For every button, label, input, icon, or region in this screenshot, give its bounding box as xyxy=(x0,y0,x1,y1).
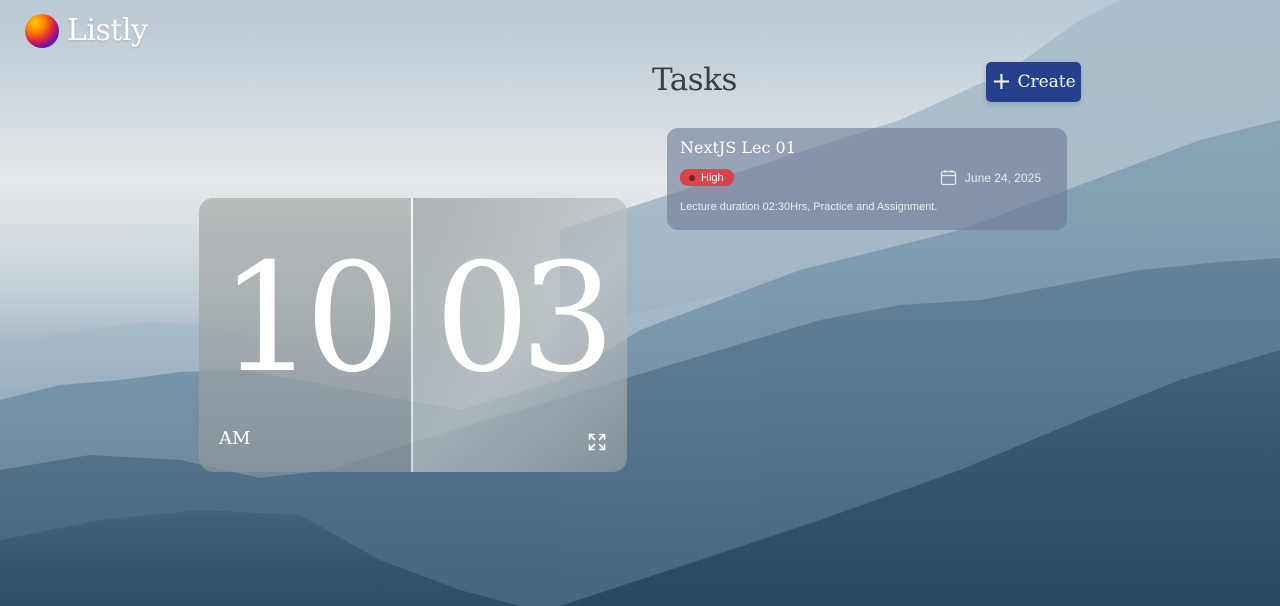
mountain-background xyxy=(0,0,1280,606)
brand[interactable]: Listly xyxy=(25,13,148,48)
task-card[interactable]: NextJS Lec 01 High June 24, 2025 Lecture… xyxy=(667,128,1067,230)
clock-minutes-panel: 03 xyxy=(413,198,627,472)
create-task-button[interactable]: + Create xyxy=(986,62,1081,102)
priority-label: High xyxy=(701,171,724,184)
flip-clock: 10 AM 03 xyxy=(199,198,627,472)
expand-icon[interactable] xyxy=(588,433,606,451)
task-title: NextJS Lec 01 xyxy=(680,138,796,157)
task-description: Lecture duration 02:30Hrs, Practice and … xyxy=(680,201,938,213)
app-viewport: Listly Tasks + Create NextJS Lec 01 High… xyxy=(0,0,1280,606)
orb-logo-icon xyxy=(25,13,59,48)
task-meta: High June 24, 2025 xyxy=(680,169,1054,186)
task-date: June 24, 2025 xyxy=(940,169,1041,186)
brand-name: Listly xyxy=(67,13,148,48)
clock-hours-panel: 10 AM xyxy=(199,198,411,472)
create-button-label: Create xyxy=(1017,72,1076,92)
clock-minutes: 03 xyxy=(434,232,616,406)
task-date-text: June 24, 2025 xyxy=(964,170,1041,185)
clock-period: AM xyxy=(219,428,251,449)
priority-badge: High xyxy=(680,169,734,186)
calendar-icon xyxy=(940,170,957,186)
page-title: Tasks xyxy=(652,62,737,98)
priority-dot-icon xyxy=(689,174,695,181)
plus-icon: + xyxy=(991,67,1012,95)
clock-hours: 10 xyxy=(219,232,401,406)
